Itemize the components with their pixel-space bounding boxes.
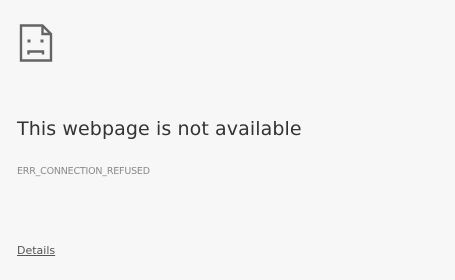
error-page: This webpage is not available ERR_CONNEC… — [0, 0, 455, 280]
sad-page-icon — [17, 24, 55, 62]
error-title: This webpage is not available — [17, 118, 302, 140]
details-link[interactable]: Details — [17, 244, 55, 257]
error-code: ERR_CONNECTION_REFUSED — [17, 166, 150, 177]
